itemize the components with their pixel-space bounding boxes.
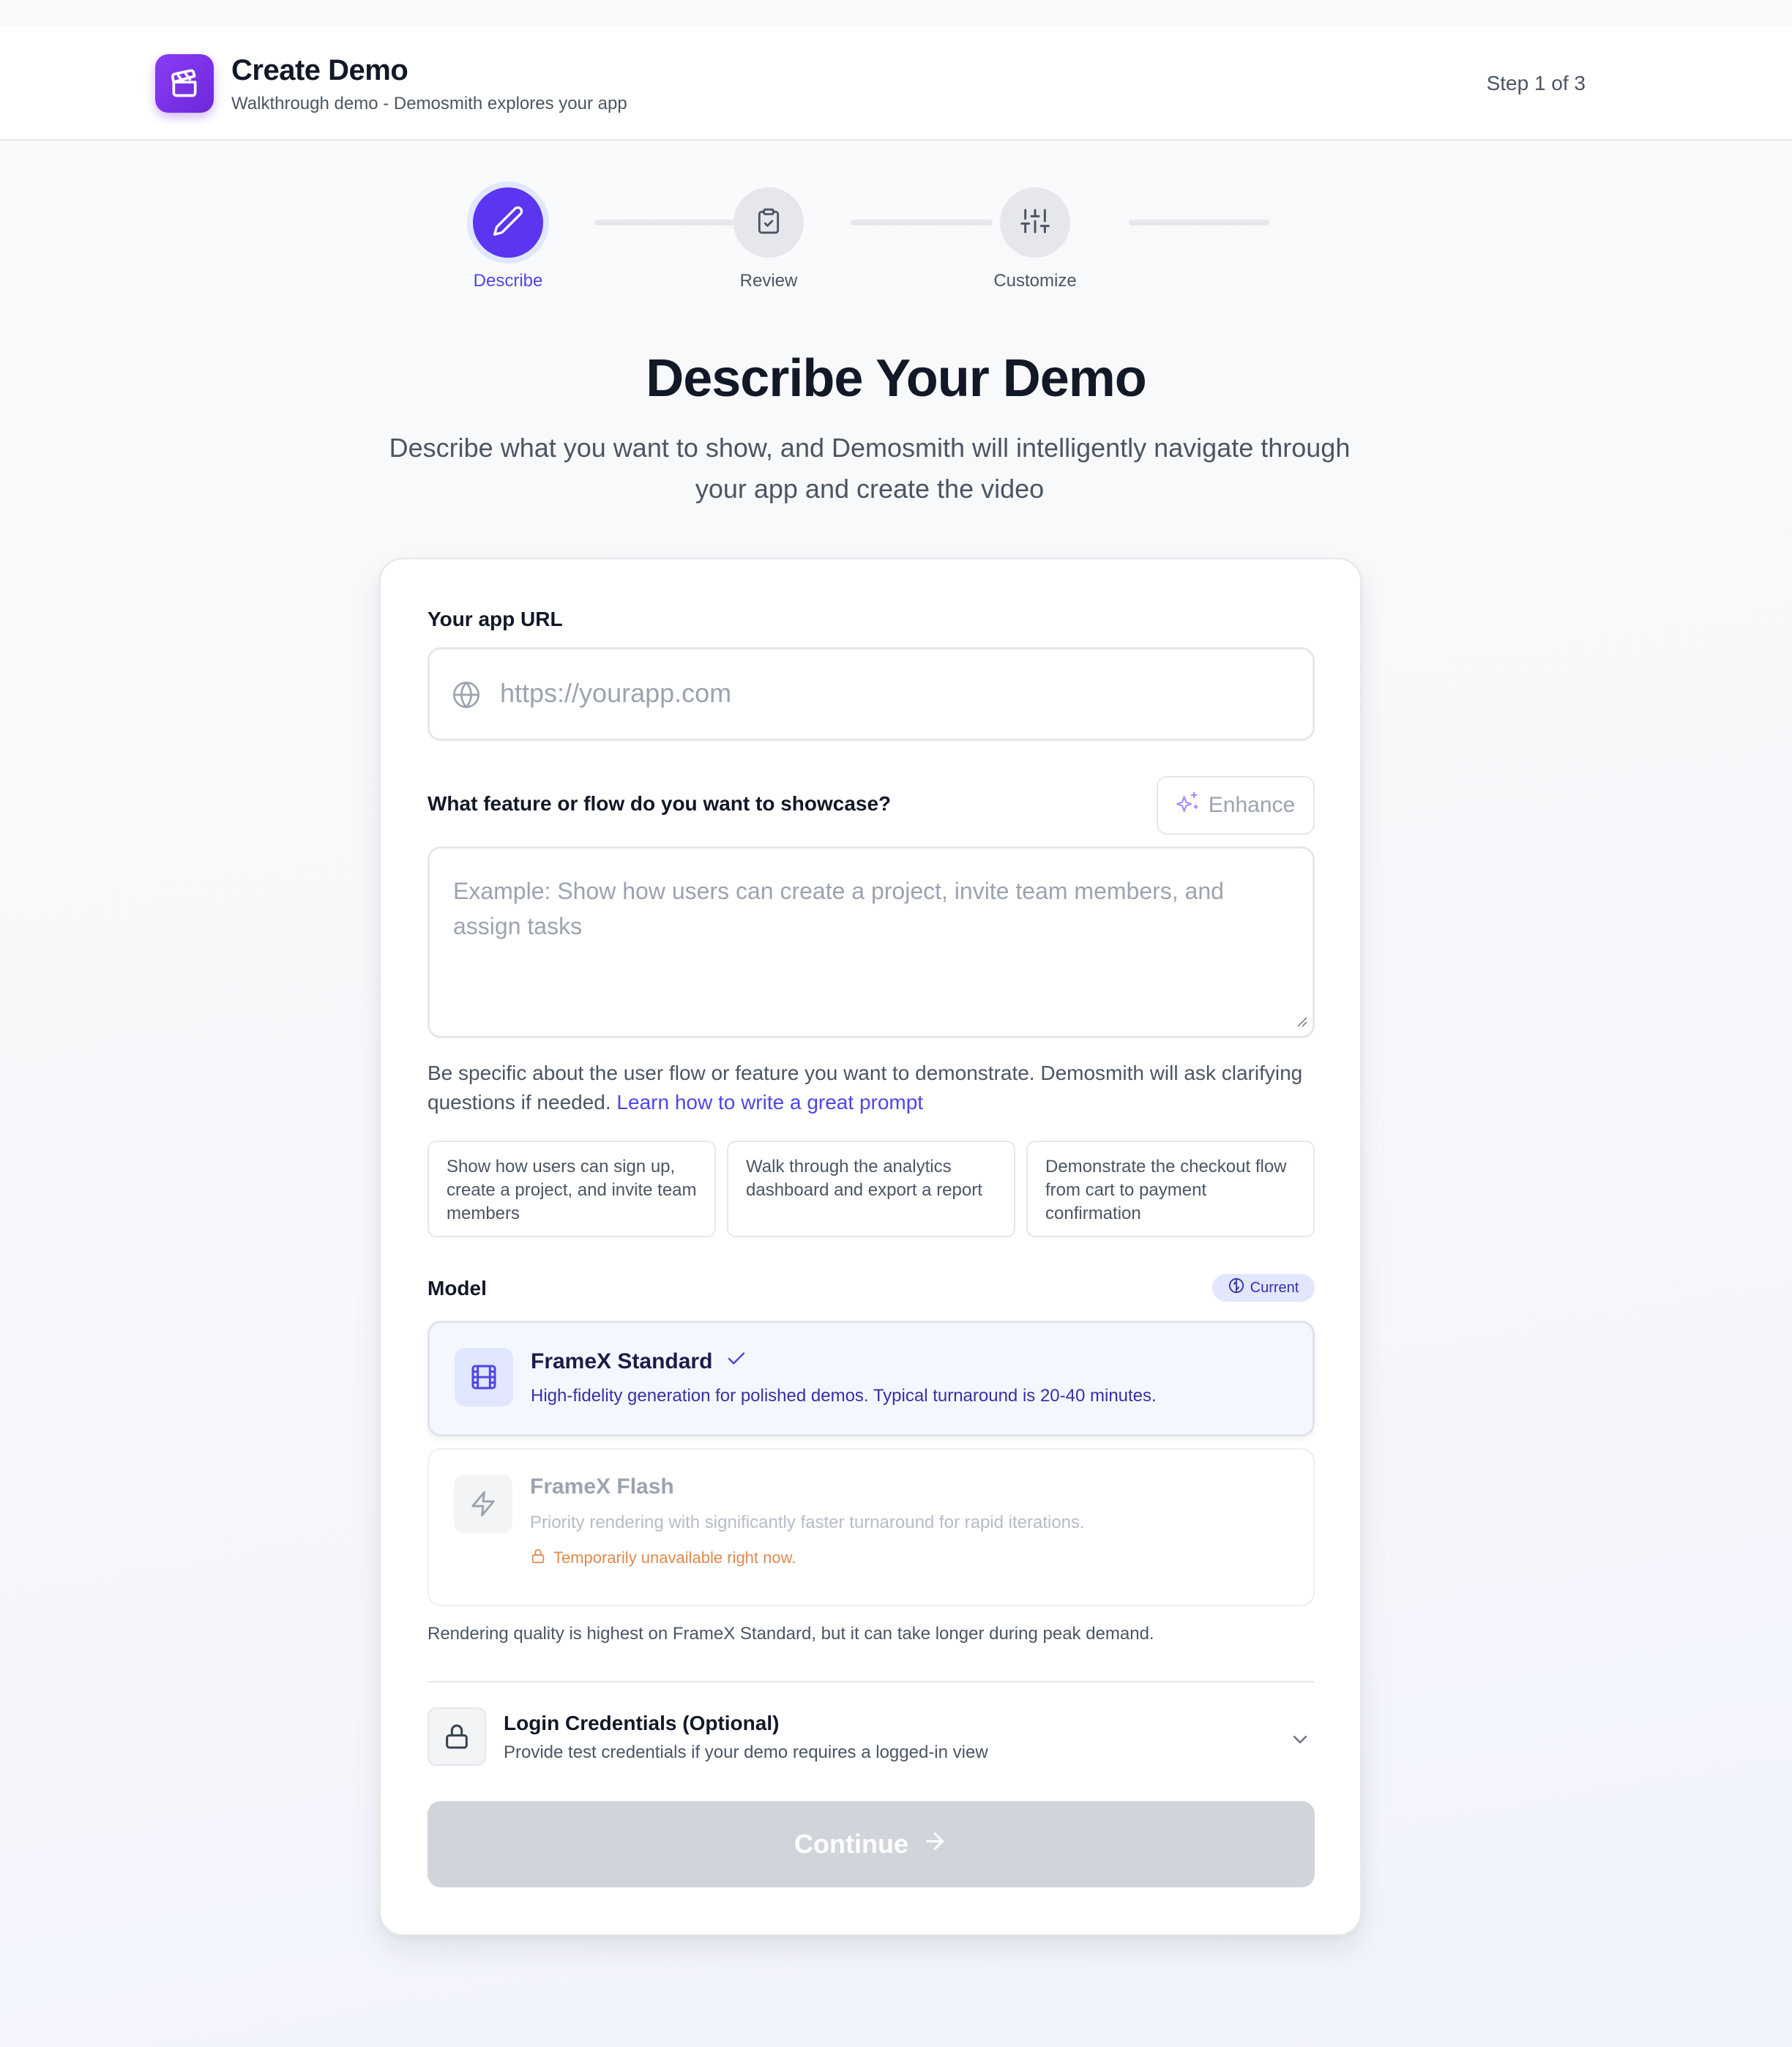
- check-icon: [725, 1348, 747, 1376]
- lock-icon: [530, 1548, 546, 1568]
- step-connector: [594, 220, 735, 225]
- model-description: Priority rendering with significantly fa…: [530, 1513, 1085, 1532]
- divider: [428, 1681, 1315, 1682]
- feature-textarea[interactable]: [453, 873, 1288, 1020]
- url-field[interactable]: [428, 647, 1315, 741]
- film-icon: [455, 1348, 513, 1406]
- model-option-standard[interactable]: FrameX Standard High-fidelity generation…: [428, 1321, 1315, 1436]
- page-subtitle: Describe what you want to show, and Demo…: [389, 433, 1351, 504]
- model-option-flash: FrameX Flash Priority rendering with sig…: [428, 1448, 1315, 1606]
- page-header-subtitle: Walkthrough demo - Demosmith explores yo…: [231, 94, 627, 113]
- suggestion-chip[interactable]: Show how users can sign up, create a pro…: [428, 1141, 716, 1237]
- url-input[interactable]: [500, 671, 1291, 715]
- pencil-icon: [492, 205, 524, 241]
- step-indicator: Step 1 of 3: [1486, 72, 1586, 94]
- suggestion-chip[interactable]: Walk through the analytics dashboard and…: [727, 1141, 1015, 1237]
- step-connector: [1129, 220, 1269, 225]
- chevron-down-icon[interactable]: [1288, 1728, 1312, 1755]
- step-review[interactable]: [733, 187, 804, 258]
- page-header-title: Create Demo: [231, 54, 408, 86]
- sparkles-icon: [1176, 791, 1200, 820]
- url-label: Your app URL: [428, 608, 563, 630]
- step-connector: [851, 220, 993, 225]
- brain-icon: [1228, 1278, 1244, 1298]
- model-unavailable-notice: Temporarily unavailable right now.: [530, 1548, 796, 1568]
- model-name: FrameX Standard: [531, 1348, 747, 1376]
- credentials-toggle[interactable]: Login Credentials (Optional) Provide tes…: [428, 1707, 1315, 1766]
- credentials-title: Login Credentials (Optional): [504, 1712, 780, 1734]
- describe-form-card: Your app URL What feature or flow do you…: [379, 558, 1362, 1936]
- clapperboard-logo-icon: [155, 54, 214, 113]
- lock-icon: [428, 1707, 486, 1766]
- model-footnote: Rendering quality is highest on FrameX S…: [428, 1624, 1154, 1644]
- continue-label: Continue: [794, 1829, 908, 1859]
- badge-label: Current: [1250, 1279, 1299, 1296]
- page-title: Describe Your Demo: [646, 349, 1147, 408]
- feature-label: What feature or flow do you want to show…: [428, 792, 892, 815]
- step-describe[interactable]: [473, 187, 543, 258]
- model-label: Model: [428, 1277, 487, 1300]
- prompt-hint: Be specific about the user flow or featu…: [428, 1059, 1315, 1117]
- clipboard-check-icon: [755, 207, 783, 239]
- sliders-icon: [1020, 206, 1050, 239]
- model-name-text: FrameX Standard: [531, 1349, 713, 1373]
- lightning-icon: [454, 1474, 512, 1533]
- model-name: FrameX Flash: [530, 1474, 674, 1499]
- step-describe-label: Describe: [473, 271, 543, 291]
- resize-handle-icon[interactable]: [1295, 1015, 1308, 1032]
- continue-button[interactable]: Continue: [428, 1801, 1315, 1887]
- app-header: Create Demo Walkthrough demo - Demosmith…: [0, 26, 1792, 141]
- suggestion-chip[interactable]: Demonstrate the checkout flow from cart …: [1026, 1141, 1315, 1237]
- prompt-guide-link[interactable]: Learn how to write a great prompt: [616, 1091, 923, 1114]
- model-description: High-fidelity generation for polished de…: [531, 1386, 1157, 1406]
- step-customize[interactable]: [1000, 187, 1070, 258]
- step-customize-label: Customize: [993, 271, 1077, 291]
- feature-textarea-container[interactable]: [428, 846, 1315, 1038]
- top-strip: [0, 0, 1792, 26]
- credentials-subtitle: Provide test credentials if your demo re…: [504, 1742, 988, 1762]
- enhance-button[interactable]: Enhance: [1157, 776, 1315, 835]
- arrow-right-icon: [922, 1828, 948, 1861]
- current-badge: Current: [1212, 1274, 1315, 1302]
- step-review-label: Review: [739, 271, 798, 291]
- globe-icon: [452, 680, 481, 713]
- enhance-label: Enhance: [1208, 793, 1296, 817]
- unavailable-text: Temporarily unavailable right now.: [553, 1548, 796, 1567]
